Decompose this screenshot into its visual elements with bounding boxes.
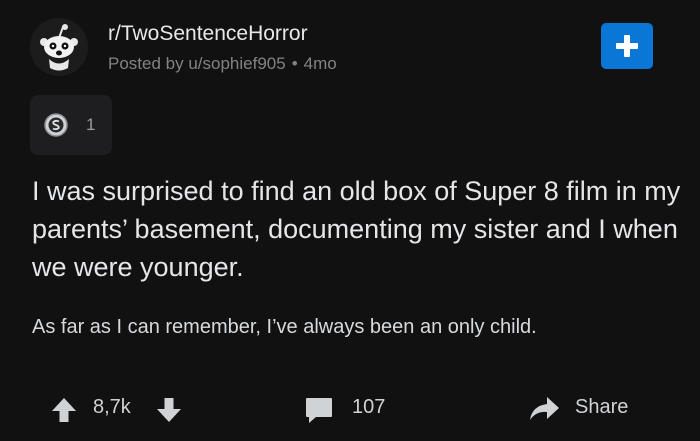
subreddit-name[interactable]: r/TwoSentenceHorror [108, 22, 308, 46]
meta-separator: • [291, 54, 298, 73]
join-subreddit-button[interactable] [601, 23, 653, 69]
vote-count: 8,7k [93, 396, 131, 418]
share-button-label[interactable]: Share [575, 396, 628, 419]
post-meta: Posted by u/sophief905 • 4mo [108, 54, 337, 74]
comment-bubble-icon[interactable] [304, 396, 334, 424]
posted-by-link[interactable]: Posted by u/sophief905 [108, 54, 286, 73]
post-body: As far as I can remember, I’ve always be… [32, 316, 537, 338]
post-actions-bar: 8,7k 107 Share [0, 390, 700, 430]
post-title[interactable]: I was surprised to find an old box of Su… [32, 172, 682, 286]
award-count: 1 [86, 115, 96, 134]
award-badge[interactable]: 1 [30, 95, 112, 155]
comment-count[interactable]: 107 [352, 396, 385, 419]
post-age: 4mo [303, 54, 337, 73]
share-arrow-icon[interactable] [528, 395, 560, 423]
subreddit-avatar[interactable] [30, 18, 88, 76]
snoo-avatar-icon [30, 18, 88, 76]
silver-award-icon [44, 113, 68, 137]
arrow-up-icon[interactable] [51, 396, 77, 424]
post-card: r/TwoSentenceHorror Posted by u/sophief9… [0, 0, 700, 441]
plus-icon [616, 35, 638, 57]
arrow-down-icon[interactable] [156, 396, 182, 424]
